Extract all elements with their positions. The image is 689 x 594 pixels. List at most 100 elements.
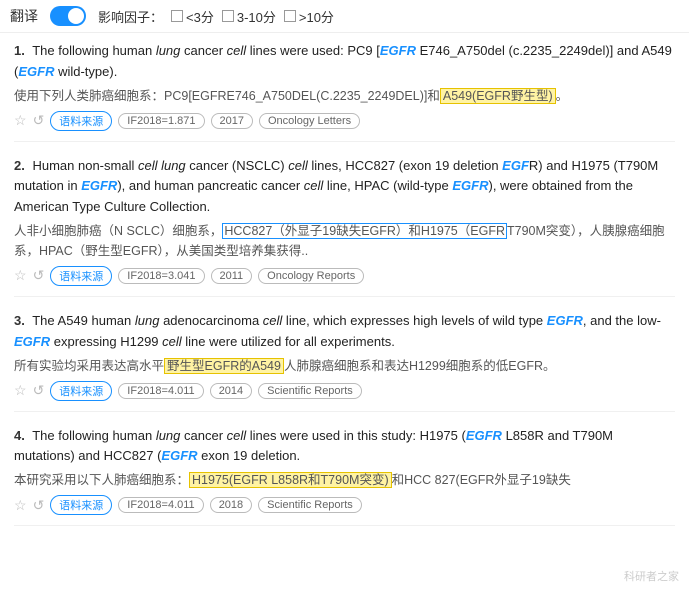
r4-t3: lines were used in this study: H1975 ( xyxy=(246,428,466,443)
r3-t2: adenocarcinoma xyxy=(159,313,262,328)
r1-t2: cancer xyxy=(180,43,226,58)
checkbox-3-10[interactable] xyxy=(222,10,234,22)
r4-lung: lung xyxy=(156,428,181,443)
r2-t5: ), and human pancreatic cancer xyxy=(117,178,303,193)
r2-t6: line, HPAC (wild-type xyxy=(323,178,452,193)
tag-journal-3[interactable]: Scientific Reports xyxy=(258,383,362,399)
filter-item-1[interactable]: <3分 xyxy=(171,7,214,26)
result-2-meta: ☆ ↺ 语料来源 IF2018=3.041 2011 Oncology Repo… xyxy=(14,266,675,286)
tag-journal-4[interactable]: Scientific Reports xyxy=(258,497,362,513)
result-1-meta: ☆ ↺ 语料来源 IF2018=1.871 2017 Oncology Lett… xyxy=(14,111,675,131)
filter-label-3: >10分 xyxy=(299,7,334,26)
r1-t3: lines were used: PC9 [ xyxy=(246,43,380,58)
r1-lung: lung xyxy=(156,43,181,58)
result-num-1: 1. xyxy=(14,43,25,58)
result-4-cn: 本研究采用以下人肺癌细胞系：H1975(EGFR L858R和T790M突变)和… xyxy=(14,470,675,490)
r3-cell2: cell xyxy=(162,334,182,349)
tag-journal-1[interactable]: Oncology Letters xyxy=(259,113,360,129)
filter-item-3[interactable]: >10分 xyxy=(284,7,334,26)
reload-icon-3[interactable]: ↺ xyxy=(33,382,45,399)
r1-egfr2: EGFR xyxy=(18,64,54,79)
tag-if-2[interactable]: IF2018=3.041 xyxy=(118,268,204,284)
watermark: 科研者之家 xyxy=(624,568,679,584)
impact-label: 影响因子： xyxy=(98,7,163,26)
r3-egfr1: EGFR xyxy=(547,313,583,328)
r3-cn-after: 人肺腺癌细胞系和表达H1299细胞系的低EGFR。 xyxy=(284,359,556,373)
r4-egfr2: EGFR xyxy=(161,448,197,463)
r1-cn-after: 。 xyxy=(556,89,569,103)
r1-egfr1: EGFR xyxy=(380,43,416,58)
r2-cell2: cell xyxy=(304,178,324,193)
star-icon-2[interactable]: ☆ xyxy=(14,267,27,284)
tag-if-3[interactable]: IF2018=4.011 xyxy=(118,383,203,399)
r4-cn-after: 和HCC 827(EGFR外显子19缺失 xyxy=(392,473,571,487)
result-num-3: 3. xyxy=(14,313,25,328)
r3-egfr2: EGFR xyxy=(14,334,50,349)
r4-cn-highlight: H1975(EGFR L858R和T790M突变) xyxy=(189,472,392,488)
tag-year-1[interactable]: 2017 xyxy=(211,113,253,129)
r1-cn-highlight: A549(EGFR野生型) xyxy=(440,88,556,104)
star-icon-1[interactable]: ☆ xyxy=(14,112,27,129)
result-item-2: 2. Human non-small cell lung cancer (NSC… xyxy=(14,156,675,297)
reload-icon-1[interactable]: ↺ xyxy=(33,112,45,129)
r2-cell: cell xyxy=(288,158,308,173)
r3-t3: line, which expresses high levels of wil… xyxy=(282,313,546,328)
checkbox-lt3[interactable] xyxy=(171,10,183,22)
r3-cn-before: 所有实验均采用表达高水平 xyxy=(14,359,164,373)
tag-source-4[interactable]: 语料来源 xyxy=(50,495,112,515)
r1-cn-before: 使用下列人类肺癌细胞系：PC9[EGFRE746_A750DEL(C.2235_… xyxy=(14,89,440,103)
r1-cell: cell xyxy=(227,43,247,58)
reload-icon-2[interactable]: ↺ xyxy=(33,267,45,284)
r3-lung: lung xyxy=(135,313,160,328)
result-4-meta: ☆ ↺ 语料来源 IF2018=4.011 2018 Scientific Re… xyxy=(14,495,675,515)
tag-if-4[interactable]: IF2018=4.011 xyxy=(118,497,203,513)
top-bar: 翻译 影响因子： <3分 3-10分 >10分 xyxy=(0,0,689,33)
result-1-cn: 使用下列人类肺癌细胞系：PC9[EGFRE746_A750DEL(C.2235_… xyxy=(14,86,675,106)
r1-t5: wild-type). xyxy=(54,64,117,79)
r2-cn-middle: T790M突变） xyxy=(507,224,577,238)
result-3-cn: 所有实验均采用表达高水平野生型EGFR的A549人肺腺癌细胞系和表达H1299细… xyxy=(14,356,675,376)
r2-cn-highlight: HCC827（外显子19缺失EGFR）和H1975（EGFR xyxy=(222,223,507,239)
r3-cn-highlight: 野生型EGFR的A549 xyxy=(164,358,284,374)
r2-egfr2: EGFR xyxy=(81,178,117,193)
r3-cell: cell xyxy=(263,313,283,328)
results-content: 1. The following human lung cancer cell … xyxy=(0,33,689,548)
filter-group: 影响因子： <3分 3-10分 >10分 xyxy=(98,7,334,26)
tag-year-2[interactable]: 2011 xyxy=(211,268,253,284)
filter-label-2: 3-10分 xyxy=(237,7,276,26)
r3-t5: expressing H1299 xyxy=(50,334,162,349)
star-icon-4[interactable]: ☆ xyxy=(14,497,27,514)
r2-t2: cancer (NSCLC) xyxy=(186,158,289,173)
r4-t5: exon 19 deletion. xyxy=(198,448,301,463)
tag-year-3[interactable]: 2014 xyxy=(210,383,252,399)
star-icon-3[interactable]: ☆ xyxy=(14,382,27,399)
result-item-3: 3. The A549 human lung adenocarcinoma ce… xyxy=(14,311,675,412)
tag-source-3[interactable]: 语料来源 xyxy=(50,381,112,401)
r4-cn-before: 本研究采用以下人肺癌细胞系： xyxy=(14,473,189,487)
tag-source-1[interactable]: 语料来源 xyxy=(50,111,112,131)
filter-label-1: <3分 xyxy=(186,7,214,26)
r2-t1: Human non-small xyxy=(32,158,138,173)
result-num-4: 4. xyxy=(14,428,25,443)
checkbox-gt10[interactable] xyxy=(284,10,296,22)
toggle-knob xyxy=(68,8,84,24)
filter-item-2[interactable]: 3-10分 xyxy=(222,7,276,26)
tag-year-4[interactable]: 2018 xyxy=(210,497,252,513)
result-num-2: 2. xyxy=(14,158,25,173)
tag-if-1[interactable]: IF2018=1.871 xyxy=(118,113,204,129)
translate-toggle[interactable] xyxy=(50,6,86,26)
result-1-en: 1. The following human lung cancer cell … xyxy=(14,41,675,83)
r4-t1: The following human xyxy=(32,428,156,443)
result-2-cn: 人非小细胞肺癌（N SCLC）细胞系，HCC827（外显子19缺失EGFR）和H… xyxy=(14,221,675,261)
result-3-meta: ☆ ↺ 语料来源 IF2018=4.011 2014 Scientific Re… xyxy=(14,381,675,401)
result-item-4: 4. The following human lung cancer cell … xyxy=(14,426,675,527)
tag-source-2[interactable]: 语料来源 xyxy=(50,266,112,286)
translate-label: 翻译 xyxy=(10,6,38,26)
r3-t6: line were utilized for all experiments. xyxy=(182,334,395,349)
result-3-en: 3. The A549 human lung adenocarcinoma ce… xyxy=(14,311,675,353)
r2-cn-before: 人非小细胞肺癌（N SCLC）细胞系， xyxy=(14,224,222,238)
reload-icon-4[interactable]: ↺ xyxy=(33,497,45,514)
tag-journal-2[interactable]: Oncology Reports xyxy=(258,268,364,284)
r2-t3: lines, HCC827 (exon 19 deletion xyxy=(308,158,502,173)
r4-cell: cell xyxy=(227,428,247,443)
